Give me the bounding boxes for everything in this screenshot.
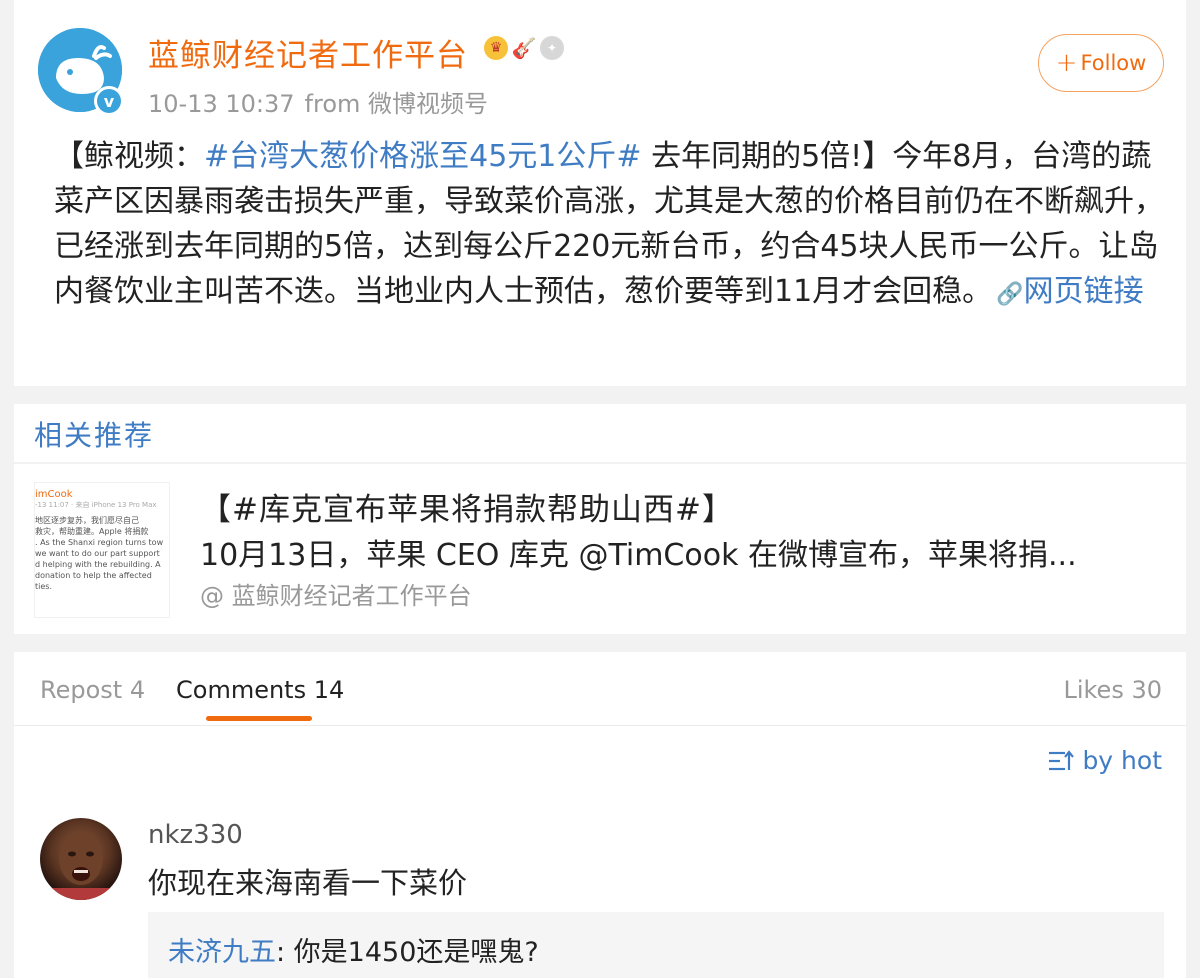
related-section-header: 相关推荐 <box>14 404 1186 462</box>
author-badges: ♛ 🎸 ✦ <box>484 36 564 60</box>
reply-text: : 你是1450还是嘿鬼? <box>276 937 539 968</box>
plus-icon: + <box>1055 48 1078 78</box>
thumb-line: donation to help the affected <box>35 571 152 580</box>
related-item-title[interactable]: 【#库克宣布苹果将捐款帮助山西#】 <box>200 484 734 529</box>
comments-card: Repost 4 Comments 14 Likes 30 by hot nkz… <box>14 652 1186 978</box>
sort-by-hot-button[interactable]: by hot <box>1048 746 1162 775</box>
web-link-label: 网页链接 <box>1023 274 1144 309</box>
related-title: 相关推荐 <box>34 419 155 452</box>
commenter-avatar[interactable] <box>40 818 122 900</box>
comment-text: 你现在来海南看一下菜价 <box>148 866 468 900</box>
follow-button[interactable]: + Follow <box>1038 34 1164 92</box>
post-card: v 蓝鲸财经记者工作平台 ♛ 🎸 ✦ 10-13 10:37 from 微博视频号… <box>14 0 1186 386</box>
thumb-line: 地区逐步复苏，我们愿尽自己 <box>35 516 139 525</box>
thumb-line: . As the Shanxi region turns tow <box>35 538 164 547</box>
thumb-line: 救灾，帮助重建。Apple 将捐款 <box>35 527 149 536</box>
tab-repost[interactable]: Repost 4 <box>40 676 145 704</box>
guitar-badge-icon: 🎸 <box>511 36 537 60</box>
avatar-photo-icon <box>40 831 122 900</box>
reply-preview[interactable]: 未济九五: 你是1450还是嘿鬼? <box>148 912 1164 978</box>
sort-label: by hot <box>1082 746 1162 775</box>
thumb-user-name: imCook <box>35 489 73 500</box>
post-body: 【鲸视频：#台湾大葱价格涨至45元1公斤# 去年同期的5倍!】今年8月，台湾的蔬… <box>54 134 1164 317</box>
topic-hashtag-link[interactable]: #台湾大葱价格涨至45元1公斤# <box>204 139 642 174</box>
sort-icon <box>1049 749 1075 770</box>
commenter-name[interactable]: nkz330 <box>148 820 243 850</box>
verified-icon: v <box>94 86 124 116</box>
thumb-line: ties. <box>35 582 52 591</box>
thumb-line: we want to do our part support <box>35 549 160 558</box>
thumb-meta: -13 11:07 · 来自 iPhone 13 Pro Max <box>35 501 157 509</box>
post-source: from 微博视频号 <box>304 90 489 118</box>
reply-user[interactable]: 未济九五 <box>168 937 276 968</box>
link-icon: 🔗 <box>996 282 1024 307</box>
tab-likes[interactable]: Likes 30 <box>1063 676 1162 704</box>
active-tab-indicator <box>206 716 312 721</box>
medal-badge-icon: ✦ <box>540 36 564 60</box>
post-body-prefix: 【鲸视频： <box>54 139 204 174</box>
post-meta: 10-13 10:37 from 微博视频号 <box>148 84 488 119</box>
related-item[interactable]: imCook -13 11:07 · 来自 iPhone 13 Pro Max … <box>14 464 1186 634</box>
related-thumbnail: imCook -13 11:07 · 来自 iPhone 13 Pro Max … <box>34 482 170 618</box>
post-time: 10-13 10:37 <box>148 90 295 118</box>
crown-badge-icon: ♛ <box>484 36 508 60</box>
web-link[interactable]: 🔗网页链接 <box>992 274 1143 309</box>
related-item-snippet: 10月13日，苹果 CEO 库克 @TimCook 在微博宣布，苹果将捐... <box>200 538 1077 573</box>
related-item-author: @ 蓝鲸财经记者工作平台 <box>200 582 472 610</box>
tab-comments[interactable]: Comments 14 <box>176 676 344 704</box>
author-name[interactable]: 蓝鲸财经记者工作平台 <box>148 30 468 75</box>
thumb-line: d helping with the rebuilding. A <box>35 560 161 569</box>
interaction-tabs: Repost 4 Comments 14 Likes 30 <box>14 652 1186 726</box>
follow-label: Follow <box>1080 51 1147 75</box>
